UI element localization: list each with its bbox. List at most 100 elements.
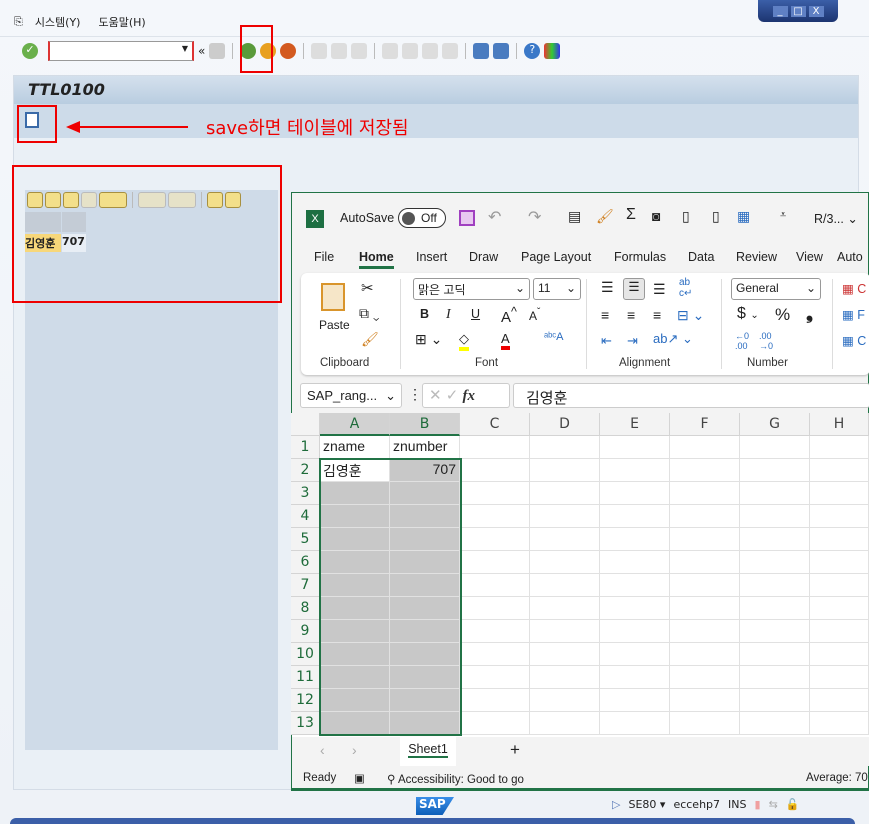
cell-A9[interactable] xyxy=(320,620,390,643)
row-header-2[interactable]: 2 xyxy=(291,459,320,482)
new-session-icon[interactable] xyxy=(473,43,490,59)
row-header-9[interactable]: 9 xyxy=(291,620,320,643)
cell-E13[interactable] xyxy=(600,712,670,735)
cell-C8[interactable] xyxy=(460,597,530,620)
cell-B4[interactable] xyxy=(390,505,460,528)
paste-icon[interactable] xyxy=(321,283,345,311)
cell-F3[interactable] xyxy=(670,482,740,505)
cell-A13[interactable] xyxy=(320,712,390,735)
underline-button[interactable]: U xyxy=(471,307,480,321)
cut-icon[interactable]: ✂ xyxy=(361,279,374,297)
accessibility-status[interactable]: ⚲ Accessibility: Good to go xyxy=(387,772,524,786)
cell-H12[interactable] xyxy=(810,689,869,712)
cell-C10[interactable] xyxy=(460,643,530,666)
insert-function-button[interactable]: fx xyxy=(463,388,476,404)
cell-D13[interactable] xyxy=(530,712,600,735)
cell-D7[interactable] xyxy=(530,574,600,597)
merge-icon[interactable]: ⊟ ⌄ xyxy=(677,307,704,324)
help-icon[interactable]: ? xyxy=(524,43,541,59)
cancel-icon[interactable]: ✕ xyxy=(429,387,442,404)
cell-G6[interactable] xyxy=(740,551,810,574)
column-header-D[interactable]: D xyxy=(530,413,600,436)
title-more[interactable]: R/3... ⌄ xyxy=(814,211,858,226)
align-bottom-icon[interactable]: ☰ xyxy=(653,281,666,298)
find-icon[interactable] xyxy=(331,43,348,59)
fill-color-icon[interactable]: ◇ xyxy=(459,331,469,351)
cell-A6[interactable] xyxy=(320,551,390,574)
row-header-1[interactable]: 1 xyxy=(291,436,320,459)
insert-mode[interactable]: INS xyxy=(728,798,746,811)
percent-button[interactable]: % xyxy=(775,305,790,325)
cell-A1[interactable]: zname xyxy=(320,436,390,459)
align-right-icon[interactable]: ≡ xyxy=(653,307,661,323)
cell-D12[interactable] xyxy=(530,689,600,712)
print-icon[interactable] xyxy=(311,43,328,59)
cell-E3[interactable] xyxy=(600,482,670,505)
cell-E6[interactable] xyxy=(600,551,670,574)
menu-system[interactable]: 시스템(Y) xyxy=(35,14,81,30)
collapse-icon[interactable]: « xyxy=(198,44,205,58)
cell-D11[interactable] xyxy=(530,666,600,689)
cell-H13[interactable] xyxy=(810,712,869,735)
tab-data[interactable]: Data xyxy=(688,250,714,264)
cell-E5[interactable] xyxy=(600,528,670,551)
autosave-toggle[interactable]: Off xyxy=(398,208,446,228)
formula-input[interactable]: 김영훈 xyxy=(513,383,869,408)
redo-icon[interactable]: ↷ xyxy=(528,207,541,227)
cell-A7[interactable] xyxy=(320,574,390,597)
cell-H4[interactable] xyxy=(810,505,869,528)
cell-B13[interactable] xyxy=(390,712,460,735)
first-page-icon[interactable] xyxy=(382,43,399,59)
tab-formulas[interactable]: Formulas xyxy=(614,250,666,264)
cell-E9[interactable] xyxy=(600,620,670,643)
cell-H7[interactable] xyxy=(810,574,869,597)
align-left-icon[interactable]: ≡ xyxy=(601,307,609,323)
cell-F11[interactable] xyxy=(670,666,740,689)
cell-G2[interactable] xyxy=(740,459,810,482)
cell-C2[interactable] xyxy=(460,459,530,482)
cell-F4[interactable] xyxy=(670,505,740,528)
tab-view[interactable]: View xyxy=(796,250,823,264)
column-header-C[interactable]: C xyxy=(460,413,530,436)
column-header-H[interactable]: H xyxy=(810,413,869,436)
cell-H1[interactable] xyxy=(810,436,869,459)
cell-E2[interactable] xyxy=(600,459,670,482)
save-icon[interactable] xyxy=(459,210,475,226)
command-field[interactable]: ▼ xyxy=(48,41,194,61)
increase-decimal-icon[interactable]: ←0.00 xyxy=(735,331,749,351)
paste-button[interactable]: Paste xyxy=(319,318,350,332)
enter-icon[interactable]: ✓ xyxy=(22,43,38,59)
cell-G7[interactable] xyxy=(740,574,810,597)
cell-A2[interactable]: 김영훈 xyxy=(320,459,390,482)
cell-B12[interactable] xyxy=(390,689,460,712)
decrease-decimal-icon[interactable]: .00 →0 xyxy=(759,331,773,351)
cell-D6[interactable] xyxy=(530,551,600,574)
cell-F2[interactable] xyxy=(670,459,740,482)
tab-draw[interactable]: Draw xyxy=(469,250,498,264)
cell-F1[interactable] xyxy=(670,436,740,459)
cell-F7[interactable] xyxy=(670,574,740,597)
cancel-icon[interactable] xyxy=(280,43,297,59)
shortcut-icon[interactable] xyxy=(493,43,510,59)
row-header-8[interactable]: 8 xyxy=(291,597,320,620)
align-middle-icon[interactable]: ☰ xyxy=(623,278,645,300)
cell-H6[interactable] xyxy=(810,551,869,574)
cell-A12[interactable] xyxy=(320,689,390,712)
cell-C3[interactable] xyxy=(460,482,530,505)
layout-icon[interactable] xyxy=(544,43,561,59)
cell-F8[interactable] xyxy=(670,597,740,620)
cell-G3[interactable] xyxy=(740,482,810,505)
cell-D1[interactable] xyxy=(530,436,600,459)
comma-button[interactable]: ❟ xyxy=(806,303,813,324)
row-header-11[interactable]: 11 xyxy=(291,666,320,689)
row-header-7[interactable]: 7 xyxy=(291,574,320,597)
print-preview-icon[interactable]: ▤ xyxy=(568,208,581,225)
cell-D10[interactable] xyxy=(530,643,600,666)
cell-D3[interactable] xyxy=(530,482,600,505)
copy-icon[interactable]: ⧉ ⌄ xyxy=(359,305,380,322)
cell-H9[interactable] xyxy=(810,620,869,643)
cell-D5[interactable] xyxy=(530,528,600,551)
cell-B7[interactable] xyxy=(390,574,460,597)
align-top-icon[interactable]: ☰ xyxy=(601,279,614,296)
cell-B6[interactable] xyxy=(390,551,460,574)
